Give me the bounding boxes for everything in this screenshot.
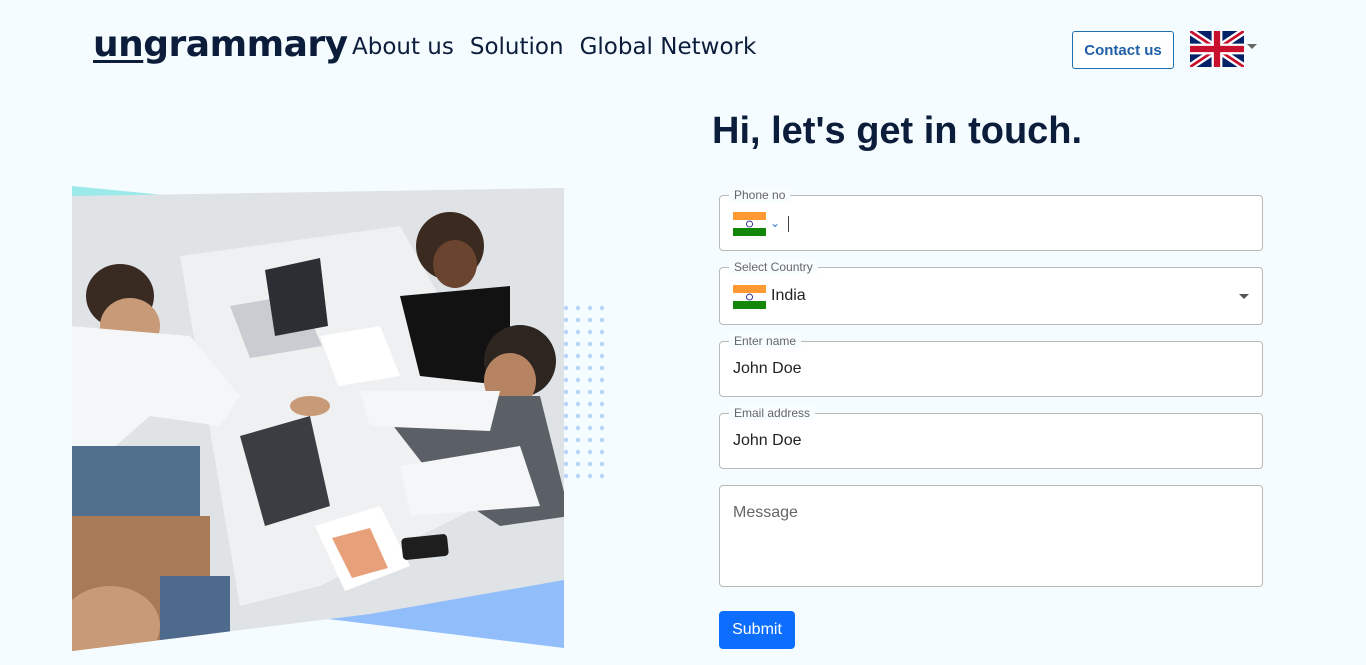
- text-cursor: [788, 216, 789, 232]
- country-label: Select Country: [729, 260, 818, 274]
- name-label: Enter name: [729, 334, 802, 348]
- email-field[interactable]: Email address John Doe: [719, 406, 1263, 469]
- chevron-down-icon[interactable]: ⌄: [770, 216, 780, 230]
- nav-global-network[interactable]: Global Network: [580, 34, 757, 60]
- dot-grid-decoration: [563, 305, 605, 479]
- message-textarea[interactable]: Message: [719, 485, 1263, 587]
- email-value: John Doe: [733, 432, 802, 449]
- submit-button[interactable]: Submit: [719, 611, 795, 649]
- contact-us-button[interactable]: Contact us: [1072, 31, 1174, 69]
- dropdown-arrow-icon[interactable]: [1239, 294, 1249, 299]
- nav-about-us[interactable]: About us: [352, 34, 454, 60]
- logo-suffix: grammary: [143, 24, 348, 65]
- main-nav: About us Solution Global Network: [352, 34, 772, 60]
- uk-flag-icon: [1190, 31, 1244, 67]
- phone-field[interactable]: Phone no ⌄: [719, 188, 1263, 251]
- country-select[interactable]: Select Country India: [719, 260, 1263, 325]
- name-field[interactable]: Enter name John Doe: [719, 334, 1263, 397]
- meeting-photo: [72, 188, 564, 651]
- brand-logo[interactable]: ungrammary: [93, 24, 348, 65]
- india-flag-icon[interactable]: [733, 212, 766, 236]
- language-selector[interactable]: [1190, 31, 1257, 67]
- email-label: Email address: [729, 406, 816, 420]
- name-value: John Doe: [733, 360, 802, 377]
- nav-solution[interactable]: Solution: [470, 34, 564, 60]
- logo-prefix: un: [93, 24, 144, 65]
- page-title: Hi, let's get in touch.: [712, 110, 1083, 152]
- chevron-down-icon: [1247, 43, 1257, 49]
- message-placeholder: Message: [733, 504, 798, 521]
- phone-label: Phone no: [729, 188, 791, 202]
- meeting-illustration: [72, 186, 605, 651]
- country-value: India: [771, 287, 806, 304]
- india-flag-icon: [733, 285, 766, 309]
